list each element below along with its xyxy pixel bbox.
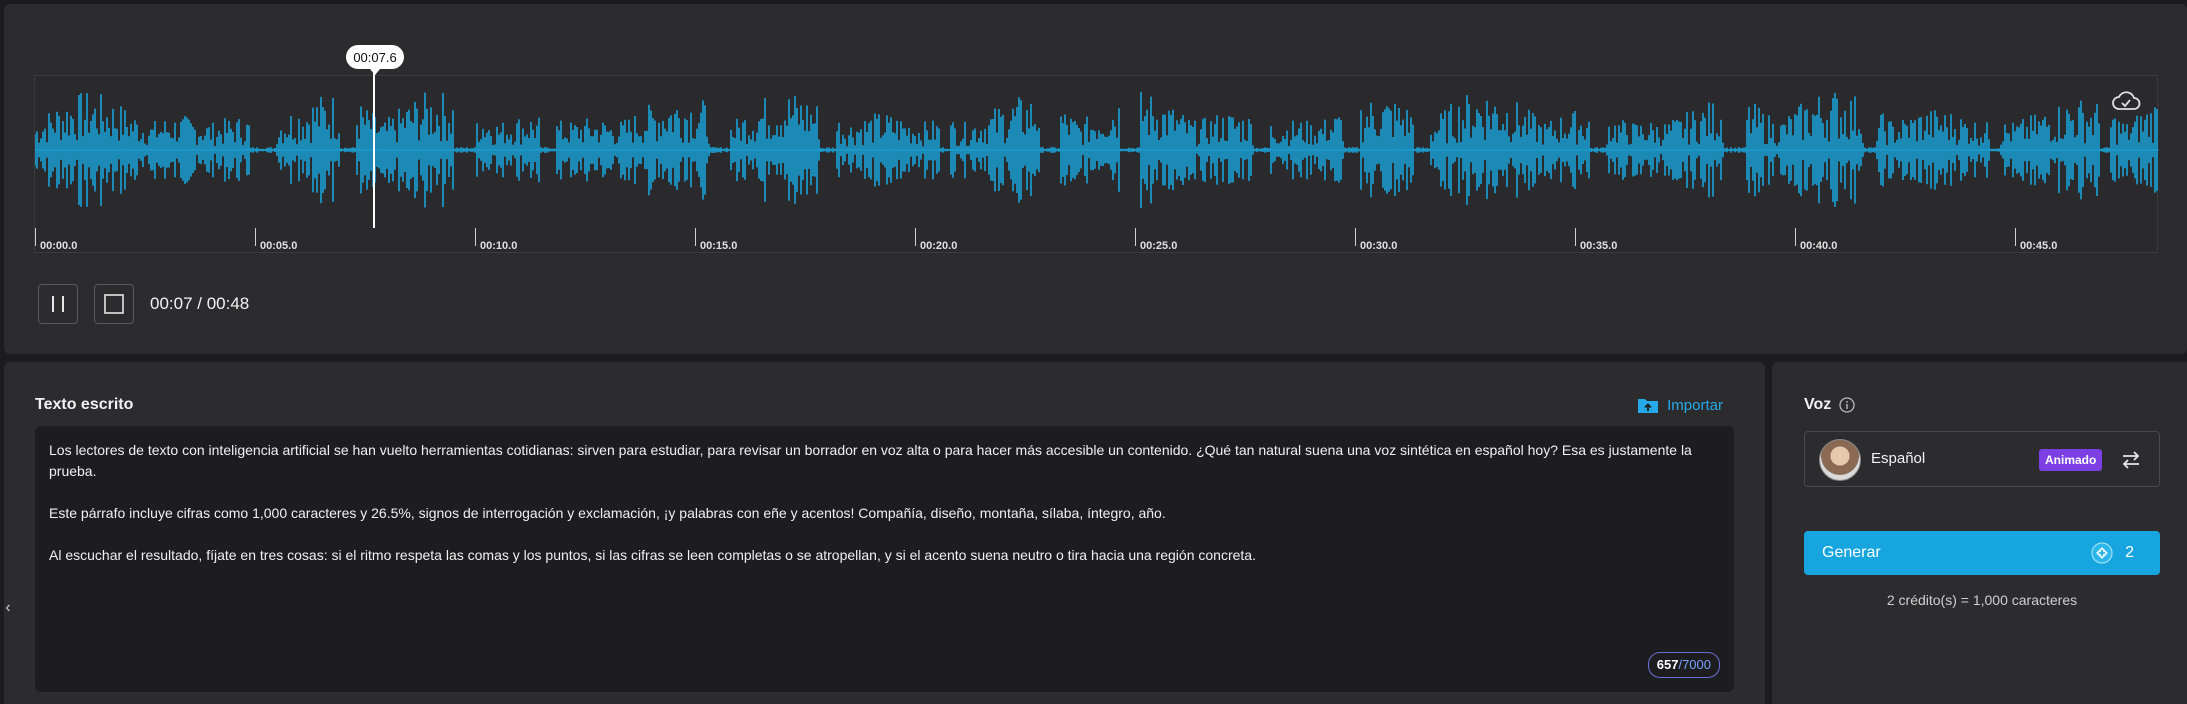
generate-credit-cost: 2 xyxy=(2091,542,2134,564)
playhead-time-badge: 00:07.6 xyxy=(346,45,404,75)
stop-icon xyxy=(104,294,124,314)
generate-button[interactable]: Generar 2 xyxy=(1804,531,2160,575)
voice-section-header: Voz xyxy=(1804,396,1855,414)
info-icon[interactable] xyxy=(1839,397,1855,413)
text-editor-panel: Texto escrito Importar Los lectores de t… xyxy=(4,362,1765,704)
time-readout: 00:07 / 00:48 xyxy=(150,294,250,313)
text-paragraph: Este párrafo incluye cifras como 1,000 c… xyxy=(49,505,1166,521)
import-button[interactable]: Importar xyxy=(1637,396,1723,414)
swap-icon[interactable] xyxy=(2119,448,2143,472)
voice-avatar xyxy=(1819,439,1861,481)
playhead-line[interactable] xyxy=(373,73,375,228)
voice-style-badge: Animado xyxy=(2039,449,2103,471)
pause-button[interactable] xyxy=(38,284,78,324)
import-label: Importar xyxy=(1667,396,1723,414)
timeline-ruler: 00:00.0 00:05.0 00:10.0 00:15.0 00:20.0 … xyxy=(35,228,2157,254)
voice-panel: Voz Español Animado Generar 2 2 crédito(… xyxy=(1772,362,2187,704)
text-paragraph: Los lectores de texto con inteligencia a… xyxy=(49,442,1692,479)
text-paragraph: Al escuchar el resultado, fíjate en tres… xyxy=(49,547,1256,563)
character-counter: 657/7000 xyxy=(1647,652,1720,678)
character-count: 657 xyxy=(1656,657,1679,672)
pause-icon xyxy=(52,296,64,312)
waveform-graph xyxy=(35,91,2159,209)
character-limit: /7000 xyxy=(1678,657,1711,672)
credit-rate-note: 2 crédito(s) = 1,000 caracteres xyxy=(1886,592,2078,608)
editor-title: Texto escrito xyxy=(35,396,134,413)
voice-selector[interactable]: Español Animado xyxy=(1804,431,2160,487)
credit-icon xyxy=(2091,542,2113,564)
script-textarea[interactable]: Los lectores de texto con inteligencia a… xyxy=(35,426,1734,692)
cloud-saved-icon[interactable] xyxy=(2109,84,2143,118)
chevron-left-icon[interactable]: ‹ xyxy=(0,588,16,628)
voice-name: Español xyxy=(1871,450,1926,467)
generate-credit-count: 2 xyxy=(2125,544,2134,561)
voice-title: Voz xyxy=(1804,396,1832,413)
folder-upload-icon xyxy=(1638,399,1659,413)
stop-button[interactable] xyxy=(94,284,134,324)
generate-label: Generar xyxy=(1822,544,1881,561)
waveform-timeline[interactable]: 00:00.0 00:05.0 00:10.0 00:15.0 00:20.0 … xyxy=(34,75,2159,254)
